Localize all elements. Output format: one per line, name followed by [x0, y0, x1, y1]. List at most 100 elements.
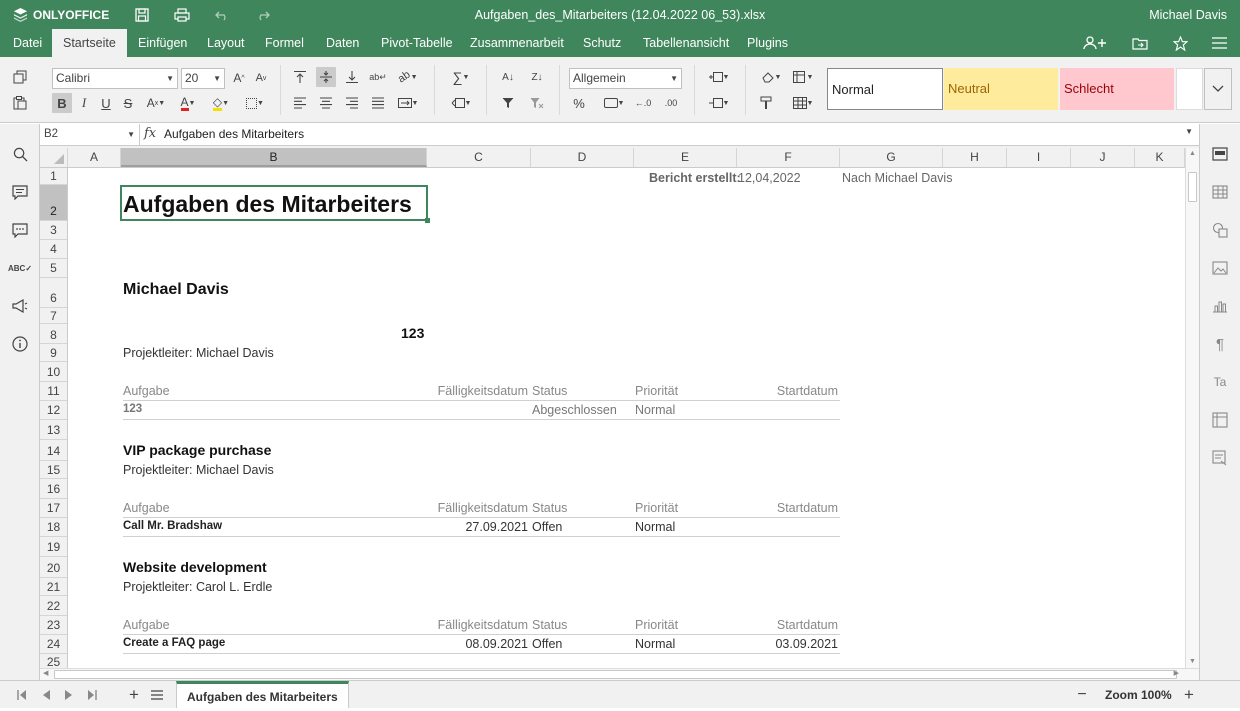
font-name-select[interactable]: Calibri ▼: [52, 68, 178, 89]
italic-button[interactable]: I: [74, 93, 94, 113]
sum-icon[interactable]: ∑ ▼: [446, 67, 476, 87]
row-header[interactable]: 11: [40, 382, 67, 401]
fill-handle[interactable]: [425, 218, 430, 223]
row-header[interactable]: 3: [40, 221, 67, 240]
style-bad[interactable]: Schlecht: [1060, 68, 1174, 110]
sheet-list-icon[interactable]: [147, 685, 167, 705]
percent-icon[interactable]: %: [569, 93, 589, 113]
clear-icon[interactable]: ▼: [756, 67, 786, 87]
row-header[interactable]: 10: [40, 362, 67, 382]
conditional-format-icon[interactable]: ▼: [788, 67, 818, 87]
style-neutral[interactable]: Neutral: [944, 68, 1058, 110]
subscript-icon[interactable]: Ax ▼: [142, 93, 170, 113]
user-name[interactable]: Michael Davis: [1149, 8, 1227, 22]
row-header[interactable]: 22: [40, 596, 67, 616]
tab-schutz[interactable]: Schutz: [572, 29, 632, 57]
filter-icon[interactable]: [498, 93, 518, 113]
wrap-text-icon[interactable]: ab↵: [368, 67, 388, 87]
signature-settings-icon[interactable]: [1210, 448, 1230, 468]
add-sheet-icon[interactable]: +: [124, 685, 144, 705]
tab-tabellenansicht[interactable]: Tabellenansicht: [632, 29, 740, 57]
decrease-font-icon[interactable]: Av: [251, 68, 271, 88]
tab-layout[interactable]: Layout: [196, 29, 256, 57]
previous-sheet-icon[interactable]: [36, 685, 56, 705]
paragraph-settings-icon[interactable]: ¶: [1210, 334, 1230, 354]
tab-pivot-tabelle[interactable]: Pivot-Tabelle: [370, 29, 464, 57]
font-size-select[interactable]: 20 ▼: [181, 68, 225, 89]
spellcheck-icon[interactable]: ABC✓: [8, 258, 32, 278]
next-sheet-icon[interactable]: [59, 685, 79, 705]
align-middle-icon[interactable]: [316, 67, 336, 87]
borders-icon[interactable]: ▼: [241, 93, 269, 113]
paste-icon[interactable]: [10, 93, 30, 113]
tab-startseite[interactable]: Startseite: [52, 29, 127, 57]
last-sheet-icon[interactable]: [82, 685, 102, 705]
scroll-down-icon[interactable]: ▼: [1189, 658, 1196, 665]
comments-icon[interactable]: [10, 182, 30, 202]
fill-color-icon[interactable]: ◇ ▼: [207, 93, 235, 113]
sheet-grid[interactable]: Bericht erstellt: 12,04,2022 Nach Michae…: [68, 168, 1185, 668]
pivot-settings-icon[interactable]: [1210, 410, 1230, 430]
cell-settings-icon[interactable]: [1210, 144, 1230, 164]
share-user-icon[interactable]: [1082, 33, 1110, 53]
scroll-right-icon[interactable]: ▶: [1174, 669, 1179, 677]
column-header-c[interactable]: C: [427, 148, 531, 167]
row-header[interactable]: 12: [40, 401, 67, 420]
tab-einfuegen[interactable]: Einfügen: [127, 29, 198, 57]
style-normal[interactable]: Normal: [827, 68, 943, 110]
delete-rows-icon[interactable]: ▼: [704, 93, 734, 113]
info-icon[interactable]: [10, 334, 30, 354]
merge-cells-icon[interactable]: ▼: [394, 93, 422, 113]
currency-icon[interactable]: ▼: [599, 93, 629, 113]
column-header-h[interactable]: H: [943, 148, 1007, 167]
row-header[interactable]: 16: [40, 479, 67, 499]
delete-cells-icon[interactable]: ▼: [446, 93, 476, 113]
column-header-k[interactable]: K: [1135, 148, 1185, 167]
insert-cells-icon[interactable]: ▼: [704, 67, 734, 87]
tab-datei[interactable]: Datei: [2, 29, 53, 57]
row-header[interactable]: 14: [40, 440, 67, 461]
sort-descending-icon[interactable]: Z↓: [527, 67, 547, 87]
horizontal-scrollbar[interactable]: ◀ ▶: [40, 668, 1199, 680]
decrease-decimal-icon[interactable]: ←.0: [633, 93, 653, 113]
scroll-left-icon[interactable]: ◀: [43, 669, 48, 677]
increase-decimal-icon[interactable]: .00: [661, 93, 681, 113]
zoom-out-icon[interactable]: −: [1072, 685, 1092, 705]
column-header-d[interactable]: D: [531, 148, 634, 167]
row-header[interactable]: 5: [40, 259, 67, 278]
column-header-f[interactable]: F: [737, 148, 840, 167]
column-header-b[interactable]: B: [121, 148, 427, 167]
hamburger-menu-icon[interactable]: [1208, 33, 1230, 53]
scrollbar-thumb[interactable]: [1188, 172, 1197, 202]
row-header[interactable]: 18: [40, 518, 67, 537]
formula-input[interactable]: Aufgaben des Mitarbeiters: [164, 124, 304, 145]
row-header[interactable]: 9: [40, 344, 67, 362]
row-header[interactable]: 2: [40, 185, 67, 221]
first-sheet-icon[interactable]: [12, 685, 32, 705]
zoom-in-icon[interactable]: +: [1179, 685, 1199, 705]
vertical-scrollbar[interactable]: ▲ ▼: [1185, 148, 1199, 668]
chart-settings-icon[interactable]: [1210, 296, 1230, 316]
function-icon[interactable]: fx: [144, 126, 156, 141]
feedback-icon[interactable]: [10, 296, 30, 316]
justify-icon[interactable]: [368, 93, 388, 113]
clear-filter-icon[interactable]: [527, 93, 547, 113]
styles-expand-button[interactable]: [1204, 68, 1232, 110]
style-blank[interactable]: [1176, 68, 1203, 110]
format-as-table-icon[interactable]: ▼: [788, 93, 818, 113]
row-header[interactable]: 6: [40, 278, 67, 308]
column-header-i[interactable]: I: [1007, 148, 1071, 167]
row-header[interactable]: 23: [40, 616, 67, 635]
align-right-icon[interactable]: [342, 93, 362, 113]
row-header[interactable]: 8: [40, 324, 67, 344]
column-header-e[interactable]: E: [634, 148, 737, 167]
align-center-icon[interactable]: [316, 93, 336, 113]
chat-icon[interactable]: [10, 220, 30, 240]
increase-font-icon[interactable]: A ^: [229, 68, 249, 88]
zoom-level[interactable]: Zoom 100%: [1105, 681, 1172, 709]
row-header[interactable]: 24: [40, 635, 67, 654]
bold-button[interactable]: B: [52, 93, 72, 113]
search-icon[interactable]: [10, 144, 30, 164]
align-bottom-icon[interactable]: [342, 67, 362, 87]
shape-settings-icon[interactable]: [1210, 220, 1230, 240]
